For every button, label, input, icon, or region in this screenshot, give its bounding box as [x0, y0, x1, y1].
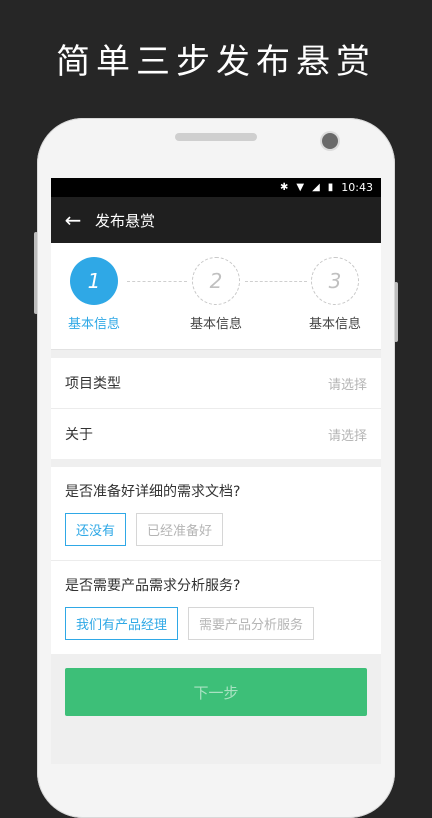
next-button-area: 下一步: [51, 654, 381, 730]
project-type-select[interactable]: 请选择: [328, 374, 367, 393]
project-type-row[interactable]: 项目类型 请选择: [51, 358, 381, 408]
option-have-pm-button[interactable]: 我们有产品经理: [65, 607, 179, 640]
step-label: 基本信息: [67, 317, 120, 332]
section-gap: [51, 350, 381, 358]
stepper: 1 基本信息 2 基本信息 3 基本信息: [51, 243, 381, 350]
phone-camera: [322, 133, 338, 149]
question-analysis-service: 是否需要产品需求分析服务? 我们有产品经理 需要产品分析服务: [51, 560, 381, 654]
signal-icon: ◢: [312, 182, 320, 193]
step-number: 2: [192, 257, 240, 305]
clock: 10:43: [341, 181, 373, 194]
wifi-icon: ▼: [296, 182, 305, 193]
bluetooth-icon: ✱: [279, 182, 289, 193]
step-label: 基本信息: [308, 317, 361, 332]
promo-title: 简单三步发布悬赏: [56, 42, 376, 82]
option-not-yet-button[interactable]: 还没有: [65, 513, 127, 546]
back-arrow-icon[interactable]: ←: [51, 208, 95, 232]
option-need-service-button[interactable]: 需要产品分析服务: [188, 607, 315, 640]
about-row[interactable]: 关于 请选择: [51, 408, 381, 459]
option-ready-button[interactable]: 已经准备好: [136, 513, 224, 546]
step-label: 基本信息: [189, 317, 242, 332]
about-select[interactable]: 请选择: [328, 425, 367, 444]
app-bar: ← 发布悬赏: [51, 197, 381, 243]
step-2: 2 基本信息: [166, 257, 266, 332]
battery-icon: ▮: [327, 182, 334, 193]
step-3: 3 基本信息: [285, 257, 381, 332]
step-1: 1 基本信息: [51, 257, 144, 332]
question-text: 是否准备好详细的需求文档?: [65, 484, 241, 500]
step-number: 1: [70, 257, 118, 305]
phone-speaker: [175, 133, 257, 141]
step-number: 3: [311, 257, 359, 305]
question-requirements-doc: 是否准备好详细的需求文档? 还没有 已经准备好: [51, 467, 381, 560]
question-text: 是否需要产品需求分析服务?: [65, 578, 241, 594]
status-bar: ✱ ▼ ◢ ▮ 10:43: [51, 178, 381, 197]
section-gap: [51, 459, 381, 467]
page-title: 发布悬赏: [95, 211, 156, 230]
about-label: 关于: [65, 427, 93, 443]
next-step-button[interactable]: 下一步: [65, 668, 367, 716]
phone-screen: ✱ ▼ ◢ ▮ 10:43 ← 发布悬赏 1 基本信息 2 基本信息 3 基本信…: [51, 178, 381, 764]
project-type-label: 项目类型: [65, 376, 121, 392]
